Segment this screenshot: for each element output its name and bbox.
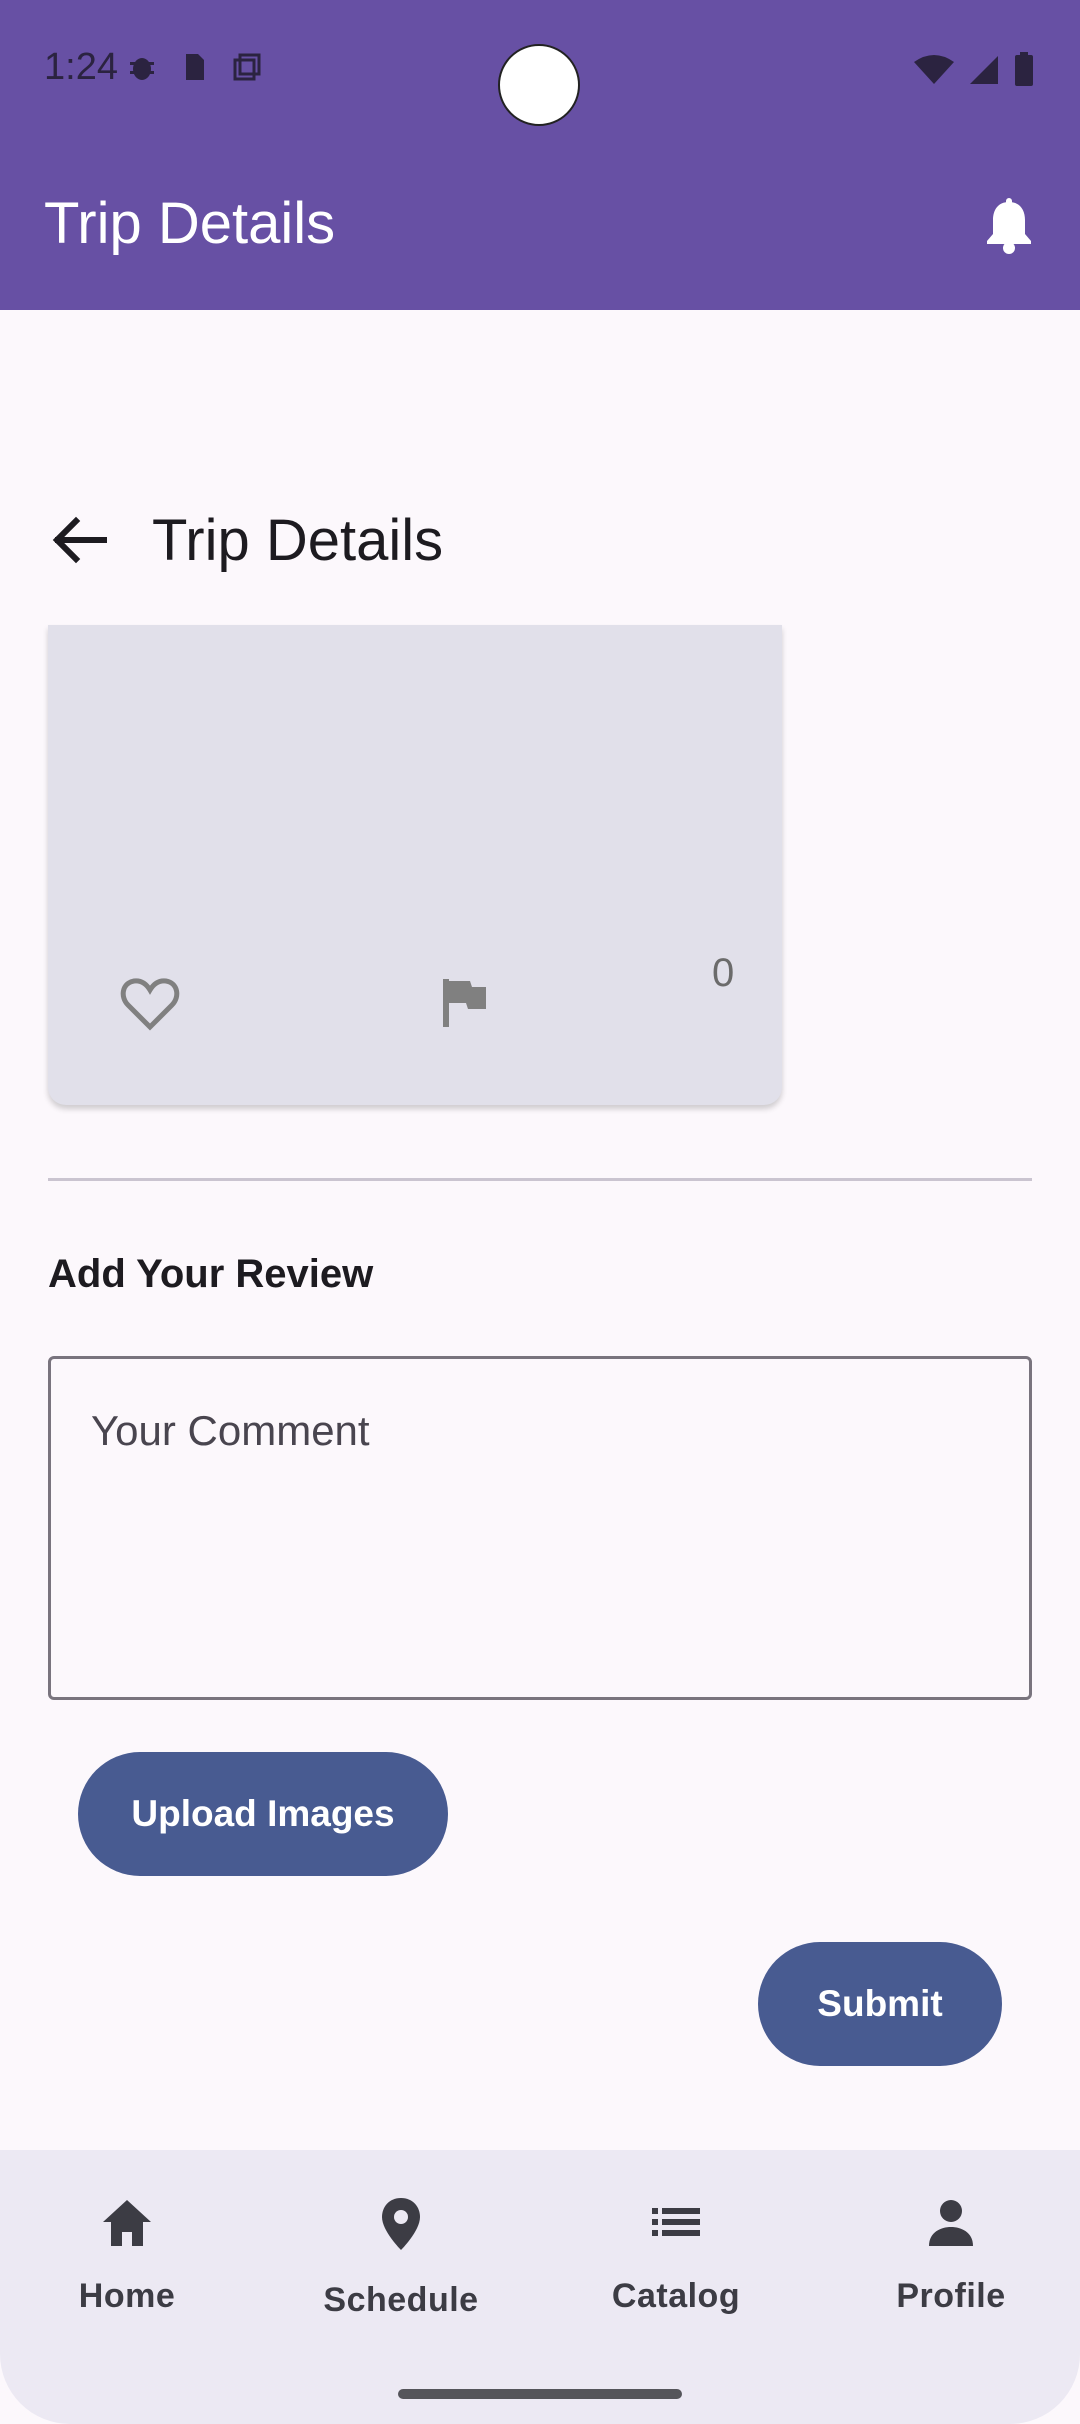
review-heading: Add Your Review [48, 1252, 374, 1296]
signal-icon [968, 54, 1000, 91]
comment-placeholder: Your Comment [91, 1407, 370, 1454]
nav-item-home[interactable]: Home [27, 2196, 227, 2316]
wifi-icon [914, 54, 954, 91]
nav-item-schedule[interactable]: Schedule [301, 2196, 501, 2320]
nav-label-catalog: Catalog [611, 2277, 741, 2315]
battery-icon [1014, 52, 1034, 91]
nav-label-profile: Profile [896, 2277, 1006, 2315]
status-system-icons [914, 52, 1034, 91]
sd-card-icon [180, 52, 208, 82]
like-count: 0 [712, 951, 735, 995]
flag-icon[interactable] [440, 977, 488, 1032]
trip-image-card[interactable]: 0 [48, 625, 782, 1105]
list-icon [648, 2196, 704, 2253]
status-bar: 1:24 [0, 0, 1080, 140]
location-pin-icon [379, 2196, 423, 2257]
app-bar: Trip Details [0, 140, 1080, 310]
nav-label-home: Home [78, 2277, 176, 2315]
upload-images-button[interactable]: Upload Images [78, 1752, 448, 1876]
comment-field[interactable]: Your Comment [48, 1356, 1032, 1700]
divider [48, 1178, 1032, 1181]
nav-item-catalog[interactable]: Catalog [576, 2196, 776, 2316]
status-time: 1:24 [44, 46, 118, 88]
subheader: Trip Details [44, 505, 443, 575]
nav-item-profile[interactable]: Profile [851, 2196, 1051, 2316]
bug-icon [128, 52, 156, 82]
notification-bell-icon[interactable] [984, 198, 1034, 259]
home-icon [99, 2196, 155, 2253]
back-arrow-icon[interactable] [44, 505, 114, 575]
subheader-title: Trip Details [152, 507, 444, 573]
heart-icon[interactable] [120, 977, 180, 1036]
submit-button[interactable]: Submit [758, 1942, 1002, 2066]
bottom-navigation: Home Schedule Catalog Profile [0, 2150, 1080, 2424]
person-icon [923, 2196, 979, 2253]
camera-cutout [498, 44, 580, 126]
screen-copy-icon [232, 52, 261, 82]
home-gesture-bar[interactable] [398, 2389, 682, 2399]
nav-label-schedule: Schedule [323, 2281, 479, 2319]
status-notification-icons [128, 52, 261, 82]
app-bar-title: Trip Details [44, 191, 336, 256]
